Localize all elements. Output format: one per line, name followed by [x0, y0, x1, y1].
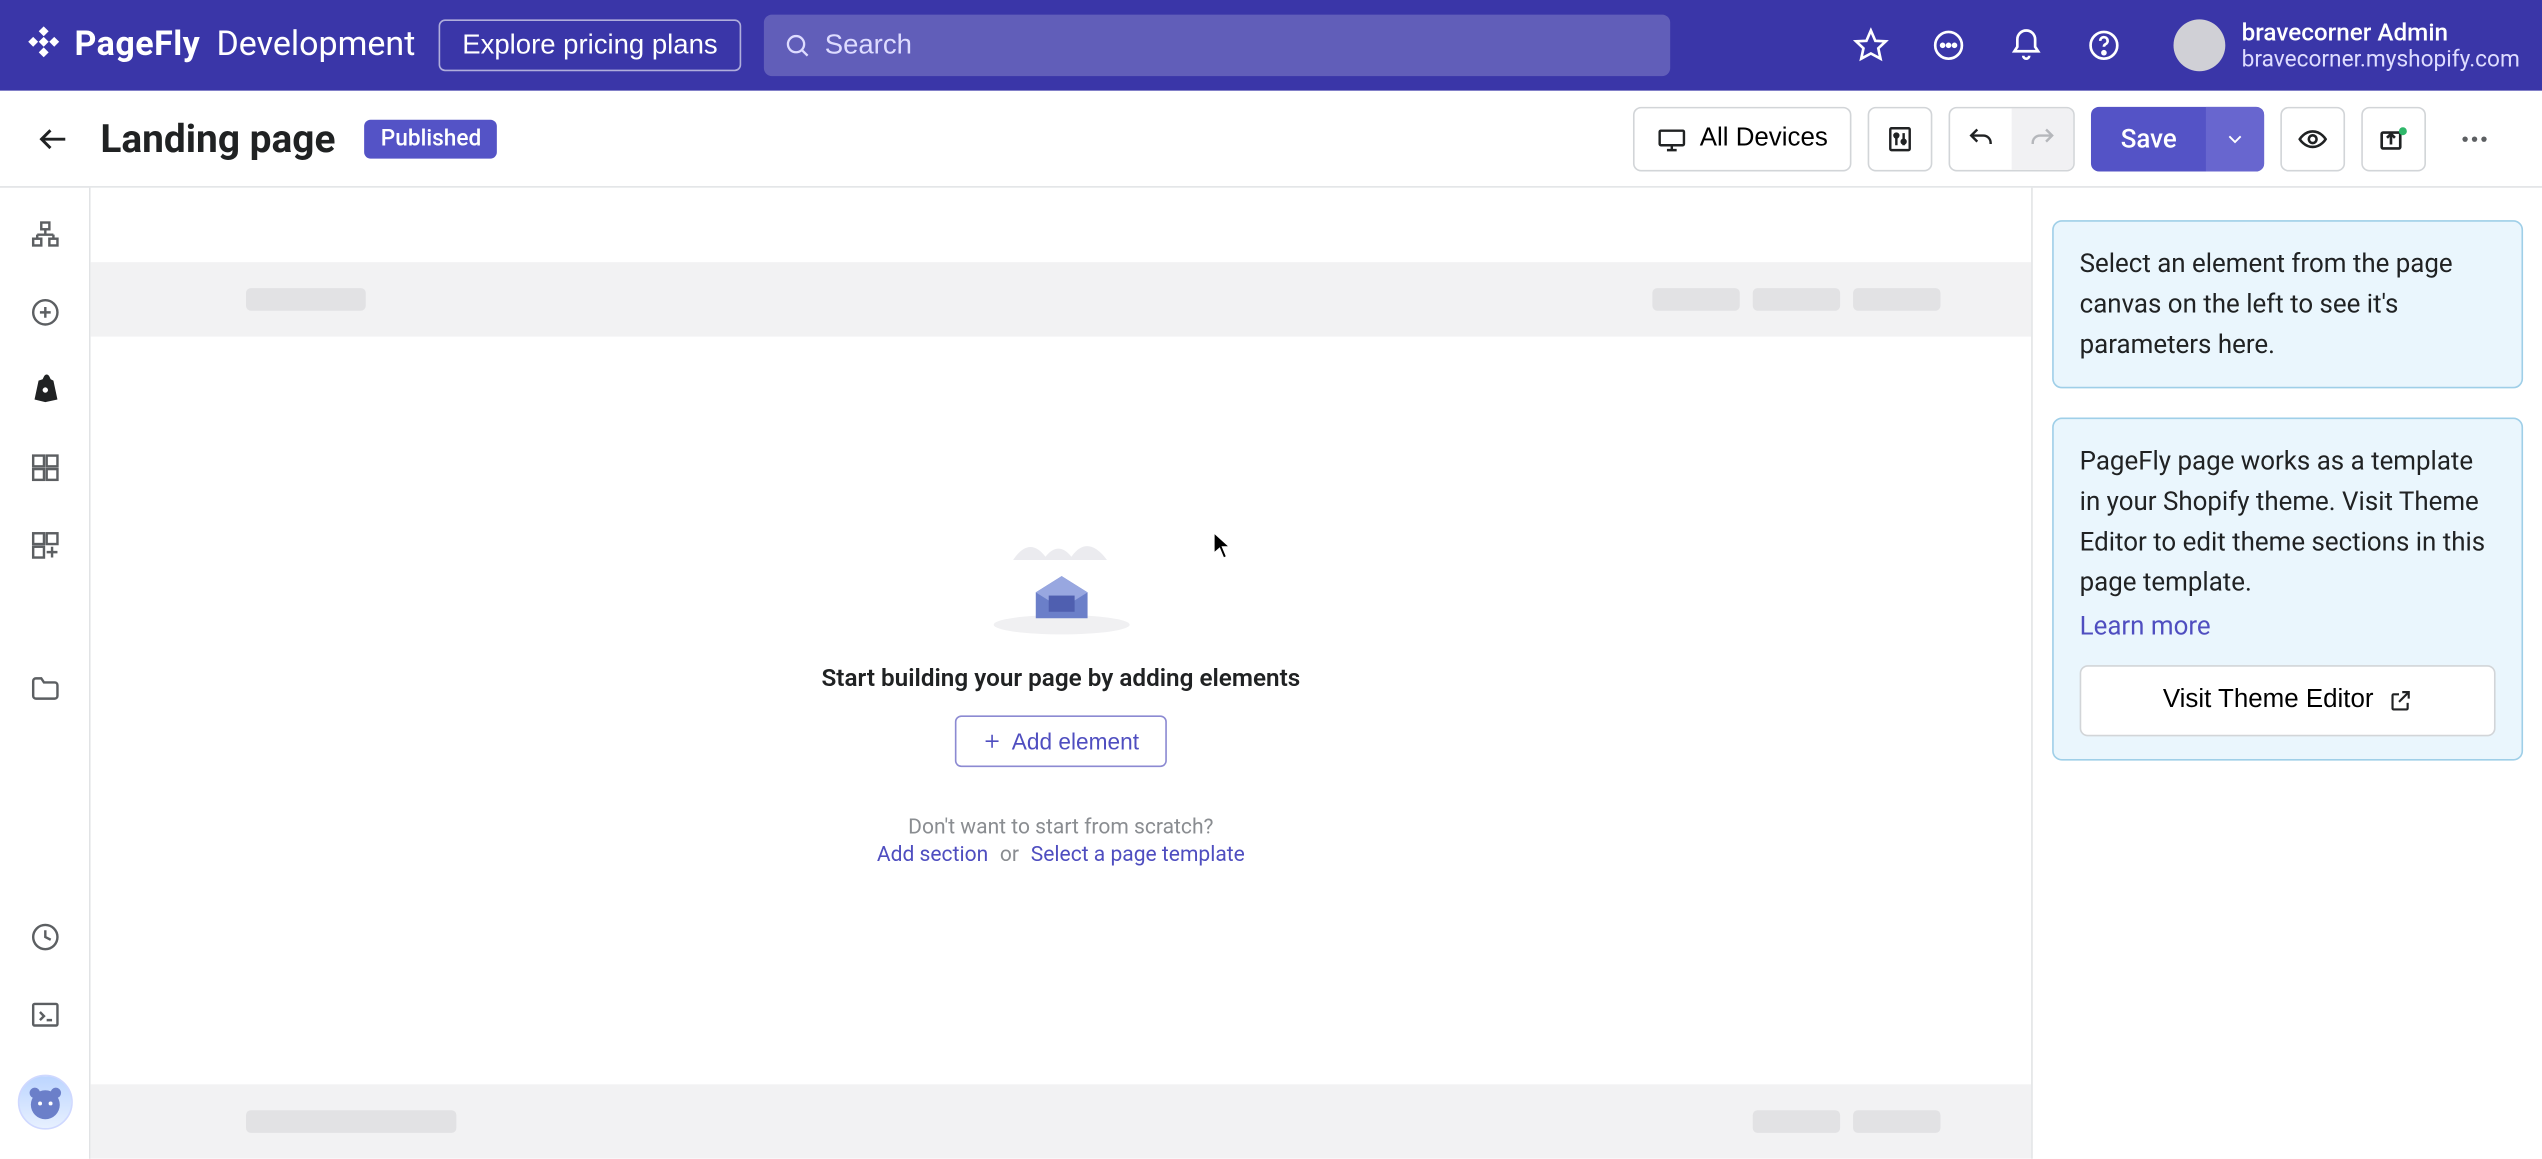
footer-placeholder — [91, 1084, 2031, 1158]
chevron-down-icon — [2224, 127, 2247, 150]
help-icon[interactable] — [2086, 28, 2122, 64]
favorite-icon[interactable] — [1853, 28, 1889, 64]
add-element-tool[interactable] — [27, 295, 63, 331]
or-text: or — [1000, 843, 1019, 867]
console-tool[interactable] — [27, 997, 63, 1033]
search-input[interactable] — [825, 29, 1652, 61]
right-panel: Select an element from the page canvas o… — [2031, 188, 2542, 1159]
global-search[interactable] — [765, 15, 1671, 76]
sliders-icon — [1886, 124, 1915, 153]
outline-tool[interactable] — [27, 217, 63, 253]
header-placeholder — [91, 262, 2031, 336]
eye-icon — [2297, 125, 2329, 151]
user-name: bravecorner Admin — [2242, 17, 2520, 46]
devices-dropdown[interactable]: All Devices — [1633, 106, 1852, 171]
info1-text: Select an element from the page canvas o… — [2080, 248, 2453, 359]
external-link-icon — [2386, 688, 2412, 714]
theme-editor-info: PageFly page works as a template in your… — [2052, 418, 2523, 761]
redo-icon — [2028, 124, 2057, 153]
pagefly-logo-icon — [23, 24, 65, 66]
add-element-label: Add element — [1012, 728, 1139, 754]
export-icon — [2377, 124, 2409, 153]
sections-tool[interactable] — [27, 450, 63, 486]
save-dropdown[interactable] — [2206, 106, 2264, 171]
assistant-avatar[interactable] — [17, 1075, 72, 1130]
user-avatar — [2174, 19, 2226, 71]
save-button[interactable]: Save — [2092, 106, 2206, 171]
page-canvas[interactable]: Start building your page by adding eleme… — [91, 188, 2031, 1159]
notifications-icon[interactable] — [2009, 28, 2045, 64]
visit-theme-editor-button[interactable]: Visit Theme Editor — [2080, 666, 2496, 737]
brand-name: PageFly — [74, 26, 200, 65]
explore-pricing-button[interactable]: Explore pricing plans — [438, 19, 742, 71]
select-template-link[interactable]: Select a page template — [1031, 843, 1245, 867]
shopify-tool[interactable] — [27, 372, 63, 408]
history-tool[interactable] — [27, 919, 63, 955]
visit-btn-label: Visit Theme Editor — [2163, 687, 2374, 716]
plus-icon — [983, 732, 1002, 751]
blocks-tool[interactable] — [27, 528, 63, 564]
left-rail — [0, 188, 91, 1159]
add-section-link[interactable]: Add section — [877, 843, 988, 867]
desktop-icon — [1658, 125, 1687, 151]
user-shop: bravecorner.myshopify.com — [2242, 46, 2520, 73]
undo-redo-group — [1949, 106, 2075, 171]
editor-toolbar: Landing page Published All Devices Save — [0, 91, 2542, 188]
app-logo[interactable]: PageFly Development — [23, 24, 416, 66]
back-button[interactable] — [36, 121, 72, 157]
info2-text: PageFly page works as a template in your… — [2080, 446, 2486, 597]
page-title: Landing page — [100, 116, 335, 161]
more-menu-button[interactable] — [2442, 106, 2507, 171]
top-actions — [1853, 28, 2122, 64]
folder-tool[interactable] — [27, 670, 63, 706]
dots-icon — [2458, 122, 2490, 154]
preview-button[interactable] — [2280, 106, 2345, 171]
select-element-info: Select an element from the page canvas o… — [2052, 220, 2523, 389]
add-element-button[interactable]: Add element — [955, 715, 1166, 767]
undo-button[interactable] — [1951, 108, 2012, 169]
status-badge: Published — [365, 119, 498, 158]
empty-title: Start building your page by adding eleme… — [821, 664, 1300, 693]
devices-label: All Devices — [1700, 124, 1828, 153]
redo-button — [2012, 108, 2073, 169]
empty-illustration — [964, 511, 1158, 640]
search-icon — [784, 31, 812, 60]
empty-state: Start building your page by adding eleme… — [91, 511, 2031, 867]
env-label: Development — [216, 26, 415, 65]
user-menu[interactable]: bravecorner Admin bravecorner.myshopify.… — [2174, 17, 2520, 73]
save-split-button: Save — [2092, 106, 2265, 171]
learn-more-link[interactable]: Learn more — [2080, 606, 2211, 646]
scratch-hint: Don't want to start from scratch? — [908, 816, 1213, 840]
publish-button[interactable] — [2361, 106, 2426, 171]
top-bar: PageFly Development Explore pricing plan… — [0, 0, 2542, 91]
undo-icon — [1967, 124, 1996, 153]
chat-icon[interactable] — [1931, 28, 1967, 64]
bear-icon — [23, 1081, 65, 1123]
settings-sliders-button[interactable] — [1868, 106, 1933, 171]
